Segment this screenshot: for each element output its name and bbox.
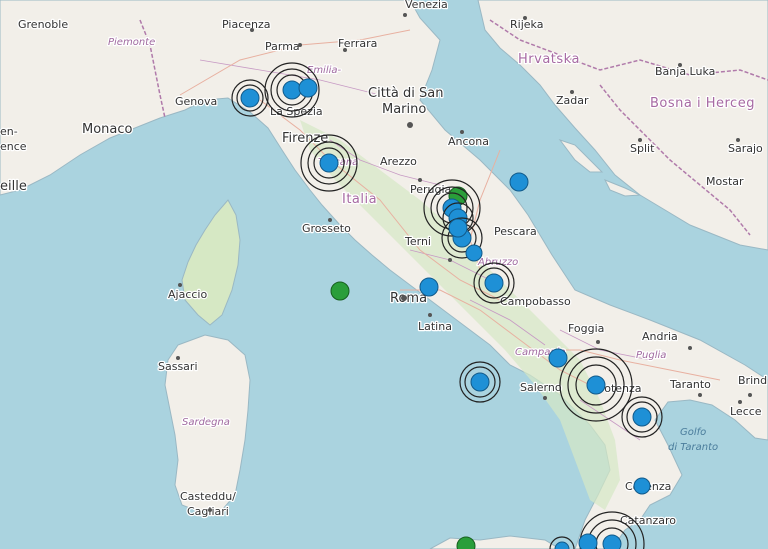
label-piemonte: Piemonte — [108, 37, 155, 48]
label-grenoble: Grenoble — [18, 18, 68, 31]
label-genova: Genova — [175, 95, 217, 108]
label-emilia: Emilia- — [307, 65, 342, 76]
label-salerno: Salerno — [520, 381, 562, 394]
label-andria: Andria — [642, 330, 678, 343]
label-bosna: Bosna i Herceg — [650, 96, 755, 111]
label-golfo-1: Golfo — [680, 427, 706, 438]
label-en: en- — [0, 125, 18, 138]
label-parma: Parma — [265, 40, 300, 53]
label-rijeka: Rijeka — [510, 18, 543, 31]
earthquake-map[interactable]: Venezia Grenoble Piacenza Piemonte Parma… — [0, 0, 768, 549]
label-campobasso: Campobasso — [500, 295, 571, 308]
label-taranto: Taranto — [669, 378, 711, 391]
label-cagliari-1: Casteddu/ — [180, 490, 236, 503]
label-pescara: Pescara — [494, 225, 537, 238]
label-puglia: Puglia — [636, 350, 666, 361]
quake-tyrrhenian-green[interactable] — [330, 281, 350, 301]
label-split: Split — [630, 142, 655, 155]
label-san-marino-2: Marino — [382, 102, 426, 117]
label-monaco: Monaco — [82, 122, 133, 137]
label-mostar: Mostar — [706, 175, 744, 188]
quake-genova[interactable] — [231, 79, 269, 117]
label-banja-luka: Banja Luka — [655, 65, 715, 78]
label-piacenza: Piacenza — [222, 18, 271, 31]
label-ajaccio: Ajaccio — [168, 288, 207, 301]
label-foggia: Foggia — [568, 322, 604, 335]
label-ancona: Ancona — [448, 135, 489, 148]
label-eille: eille — [0, 179, 27, 194]
label-italia: Italia — [342, 192, 377, 207]
label-hrvatska: Hrvatska — [518, 52, 580, 67]
quake-parma-2[interactable] — [298, 78, 318, 98]
label-brindisi: Brind — [738, 374, 767, 387]
label-latina: Latina — [418, 320, 452, 333]
label-cagliari-2: Cagliari — [187, 505, 229, 518]
label-venezia: Venezia — [405, 0, 448, 11]
quake-perugia-4[interactable] — [448, 218, 468, 238]
label-sarajevo: Sarajo — [728, 142, 763, 155]
label-sardegna: Sardegna — [182, 417, 230, 428]
quake-roma[interactable] — [419, 277, 439, 297]
label-sassari: Sassari — [158, 360, 198, 373]
label-grosseto: Grosseto — [302, 222, 351, 235]
label-terni: Terni — [404, 235, 431, 248]
map-canvas[interactable]: Venezia Grenoble Piacenza Piemonte Parma… — [0, 0, 768, 549]
label-ferrara: Ferrara — [338, 37, 377, 50]
label-zadar: Zadar — [556, 94, 589, 107]
quake-calabria-2[interactable] — [578, 533, 598, 549]
quake-campania[interactable] — [548, 348, 568, 368]
label-golfo-2: di Taranto — [668, 442, 718, 453]
quake-adriatic[interactable] — [509, 172, 529, 192]
quake-pescara-south[interactable] — [465, 244, 483, 262]
quake-cosenza[interactable] — [633, 477, 651, 495]
label-arezzo: Arezzo — [380, 155, 417, 168]
label-roma: Roma — [390, 291, 427, 306]
label-san-marino-1: Città di San — [368, 86, 443, 101]
label-lecce: Lecce — [730, 405, 762, 418]
label-ence: ence — [0, 140, 27, 153]
